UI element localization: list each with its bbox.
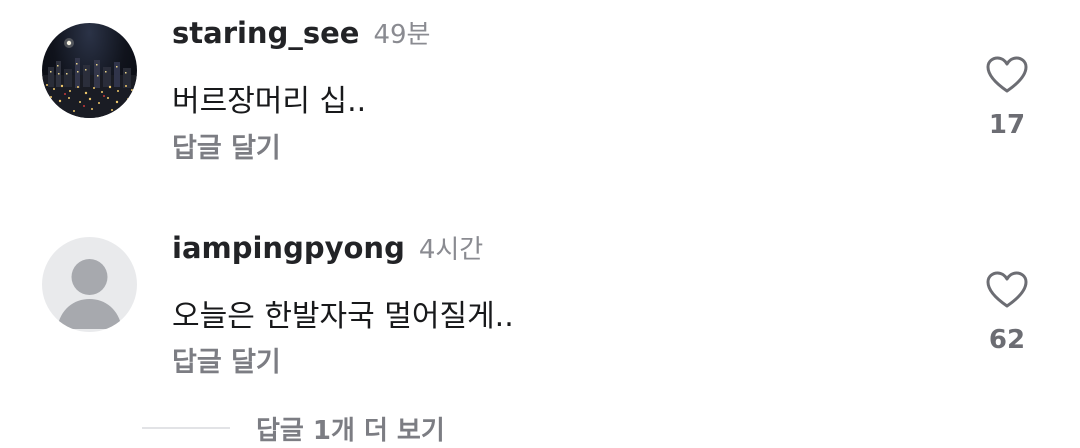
reply-button[interactable]: 답글 달기	[172, 340, 281, 379]
username[interactable]: iampingpyong	[172, 231, 405, 265]
comment-text: 오늘은 한발자국 멀어질게..	[172, 299, 514, 334]
divider-line	[142, 427, 230, 429]
view-more-replies-button[interactable]: 답글 1개 더 보기	[142, 408, 445, 448]
timestamp: 4시간	[418, 235, 484, 265]
heart-outline-icon	[986, 271, 1028, 308]
like-button[interactable]	[985, 270, 1029, 310]
comments-list: staring_see 49분 버르장머리 십.. 답글 달기 17 iampi…	[0, 0, 1080, 448]
comment-header: iampingpyong 4시간	[172, 229, 483, 269]
view-more-replies-label: 답글 1개 더 보기	[256, 415, 445, 446]
default-user-icon	[57, 259, 122, 329]
like-count: 62	[988, 325, 1026, 355]
comment-item: iampingpyong 4시간 오늘은 한발자국 멀어질게.. 답글 달기 6…	[0, 0, 1080, 400]
avatar[interactable]	[42, 237, 137, 332]
